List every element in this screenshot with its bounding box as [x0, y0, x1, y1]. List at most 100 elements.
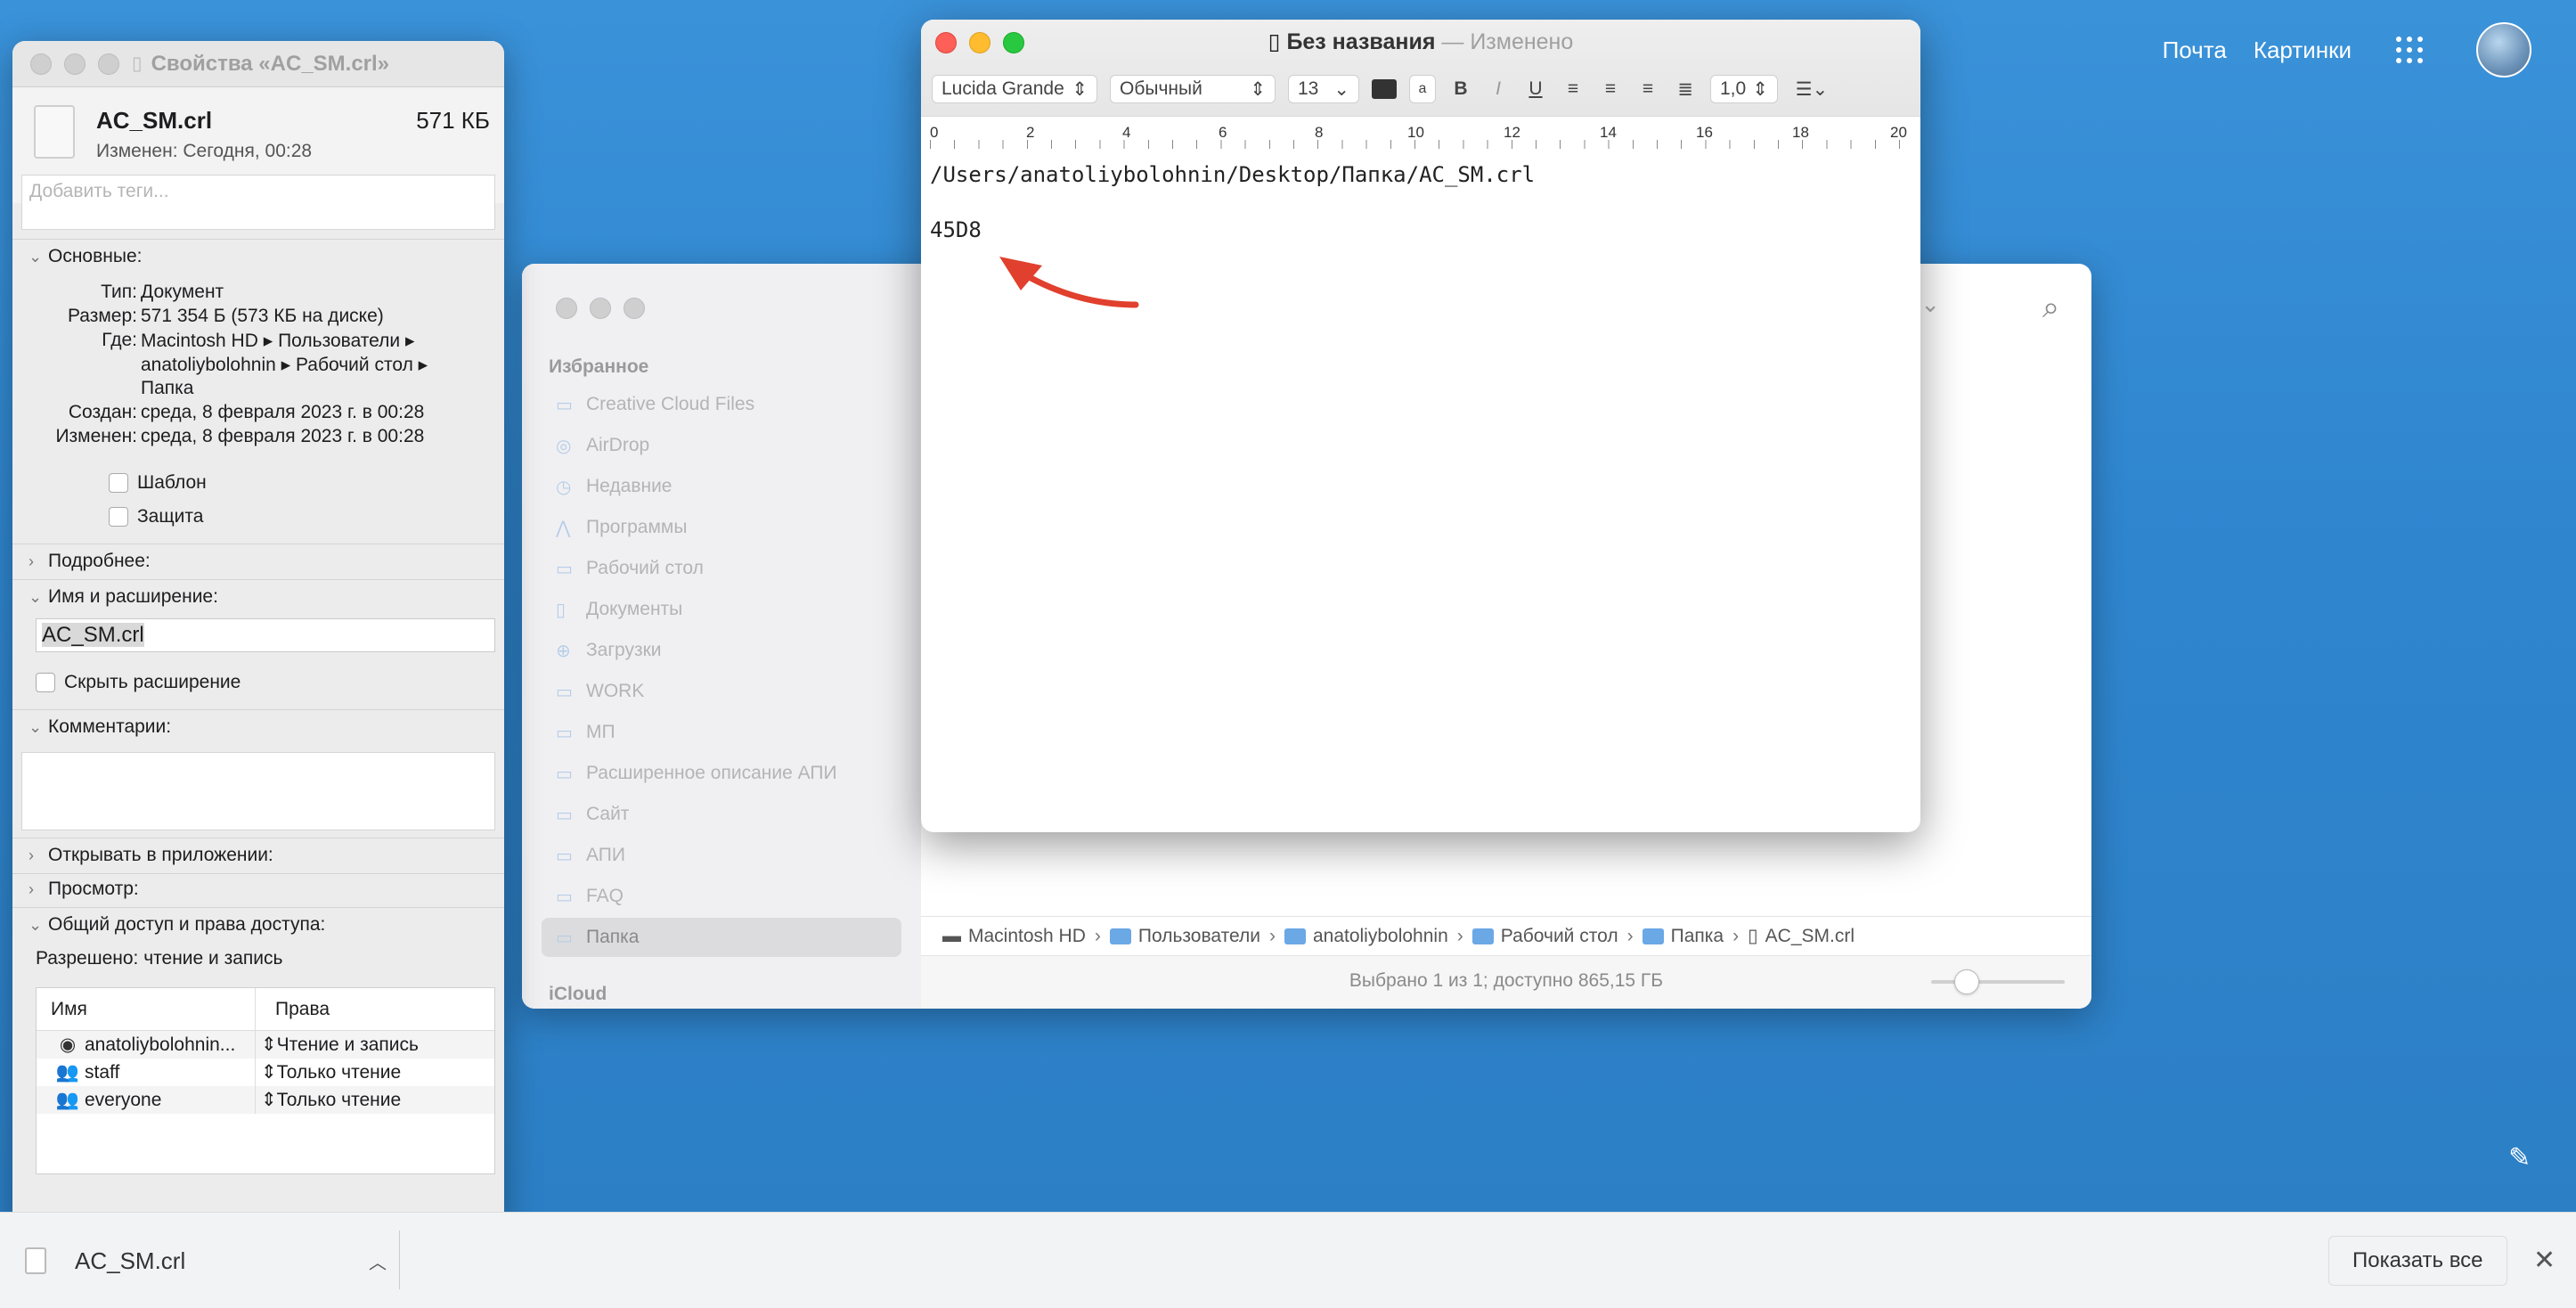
- close-button[interactable]: [556, 298, 577, 319]
- line-spacing-select[interactable]: 1,0 ⇕: [1710, 75, 1778, 103]
- window-title: ▯ Без названия — Изменено: [1268, 29, 1574, 54]
- column-header-privilege[interactable]: Права: [256, 999, 330, 1020]
- highlight-color-button[interactable]: a: [1409, 75, 1436, 103]
- path-item[interactable]: Папка: [1642, 926, 1724, 947]
- images-link[interactable]: Картинки: [2254, 37, 2352, 64]
- name-field[interactable]: AC_SM.crl: [36, 618, 495, 652]
- folder-icon: [1109, 928, 1131, 944]
- mail-link[interactable]: Почта: [2163, 37, 2227, 64]
- ruler[interactable]: 0 2 4 6 8 10 12 14 16 18 20: [921, 116, 1920, 149]
- apps-grid-icon[interactable]: [2396, 37, 2423, 63]
- zoom-button[interactable]: [98, 53, 119, 75]
- sidebar-item[interactable]: ▭ Рабочий стол: [542, 549, 901, 588]
- zoom-button[interactable]: [624, 298, 645, 319]
- section-header[interactable]: ⌄ Имя и расширение:: [12, 581, 504, 613]
- column-header-name[interactable]: Имя: [37, 988, 256, 1030]
- finder-sidebar: Избранное ▭ Creative Cloud Files ◎ AirDrop…: [522, 264, 921, 1009]
- bold-button[interactable]: B: [1448, 78, 1473, 100]
- text-color-swatch[interactable]: [1372, 79, 1397, 99]
- close-button[interactable]: [30, 53, 52, 75]
- close-icon[interactable]: ✕: [2533, 1245, 2556, 1276]
- chevron-up-icon[interactable]: ︿: [369, 1248, 387, 1274]
- document-body[interactable]: /Users/anatoliybolohnin/Desktop/Папка/AC…: [930, 162, 1535, 242]
- folder-icon: ▭: [556, 764, 573, 784]
- sidebar-item[interactable]: ▭ АПИ: [542, 836, 901, 875]
- hide-extension-checkbox[interactable]: Скрыть расширение: [36, 672, 240, 693]
- path-item[interactable]: anatoliybolohnin: [1284, 926, 1448, 947]
- path-separator: ›: [1094, 925, 1101, 946]
- align-center-icon[interactable]: ≡: [1598, 78, 1623, 100]
- stationery-checkbox[interactable]: Шаблон: [109, 472, 207, 494]
- tags-input[interactable]: Добавить теги...: [21, 175, 495, 230]
- table-row[interactable]: ◉ anatoliybolohnin... ⇕ Чтение и запись: [37, 1031, 494, 1059]
- document-icon: ▯: [556, 600, 567, 620]
- underline-button[interactable]: U: [1523, 78, 1548, 100]
- folder-icon: ▭: [556, 723, 573, 743]
- privilege-select[interactable]: ⇕ Чтение и запись: [256, 1034, 419, 1056]
- updown-icon: ⇕: [1752, 78, 1768, 100]
- minimize-button[interactable]: [590, 298, 611, 319]
- pencil-icon[interactable]: ✎: [2508, 1142, 2535, 1173]
- sidebar-item[interactable]: ◎ AirDrop: [542, 426, 901, 465]
- font-family-select[interactable]: Lucida Grande ⇕: [932, 75, 1097, 103]
- chevron-right-icon: ›: [29, 846, 34, 864]
- clock-icon: ◷: [556, 477, 572, 497]
- table-row[interactable]: 👥 staff ⇕ Только чтение: [37, 1059, 494, 1086]
- sidebar-item[interactable]: ▯ Документы: [542, 590, 901, 629]
- show-all-button[interactable]: Показать все: [2328, 1236, 2507, 1286]
- path-item[interactable]: Рабочий стол: [1471, 926, 1618, 947]
- section-header[interactable]: ⌄ Общий доступ и права доступа:: [12, 909, 504, 941]
- path-item[interactable]: ▯ AC_SM.crl: [1748, 925, 1855, 947]
- window-title: Свойства «AC_SM.crl»: [151, 51, 390, 76]
- textedit-window: ▯ Без названия — Изменено Lucida Grande ⇕…: [921, 20, 1920, 832]
- minimize-button[interactable]: [64, 53, 86, 75]
- sidebar-item[interactable]: ▭ FAQ: [542, 877, 901, 916]
- sidebar-item[interactable]: ▭ Папка: [542, 918, 901, 957]
- info-titlebar: ▯ Свойства «AC_SM.crl»: [12, 41, 504, 87]
- align-left-icon[interactable]: ≡: [1561, 78, 1586, 100]
- ruler-numbers: 0 2 4 6 8 10 12 14 16 18 20: [930, 124, 1907, 141]
- sidebar-item[interactable]: ⊕ Загрузки: [542, 631, 901, 670]
- list-icon[interactable]: ☰⌄: [1790, 78, 1833, 101]
- sidebar-item[interactable]: ▭ WORK: [542, 672, 901, 711]
- path-item[interactable]: Пользователи: [1109, 926, 1260, 947]
- path-item[interactable]: ▬ Macintosh HD: [942, 926, 1086, 947]
- sidebar-item[interactable]: ▭ Creative Cloud Files: [542, 385, 901, 424]
- section-header[interactable]: ⌄ Комментарии:: [12, 711, 504, 743]
- privilege-select[interactable]: ⇕ Только чтение: [256, 1089, 401, 1111]
- sidebar-item[interactable]: ▭ Расширенное описание АПИ: [542, 754, 901, 793]
- slider-knob[interactable]: [1954, 969, 1979, 994]
- file-modified: Изменен: Сегодня, 00:28: [96, 141, 313, 161]
- locked-checkbox[interactable]: Защита: [109, 506, 203, 527]
- avatar[interactable]: [2476, 22, 2531, 78]
- section-header[interactable]: › Просмотр:: [12, 873, 504, 905]
- section-header[interactable]: › Подробнее:: [12, 545, 504, 577]
- sidebar-item[interactable]: ▭ Сайт: [542, 795, 901, 834]
- chevron-down-icon[interactable]: ⌄: [1920, 290, 1940, 318]
- privilege-select[interactable]: ⇕ Только чтение: [256, 1061, 401, 1083]
- align-right-icon[interactable]: ≡: [1635, 78, 1660, 100]
- path-separator: ›: [1456, 925, 1463, 946]
- sidebar-item[interactable]: ◷ Недавние: [542, 467, 901, 506]
- download-item[interactable]: AC_SM.crl ︿: [25, 1234, 399, 1288]
- sidebar-item[interactable]: ▭ МП: [542, 713, 901, 752]
- section-header[interactable]: ⌄ Основные:: [12, 241, 504, 273]
- group-icon: 👥: [55, 1061, 80, 1083]
- sidebar-item[interactable]: ⋀ Программы: [542, 508, 901, 547]
- align-justify-icon[interactable]: ≣: [1673, 78, 1698, 101]
- comments-section: ⌄ Комментарии:: [12, 711, 504, 743]
- comments-field[interactable]: [21, 752, 495, 830]
- section-header[interactable]: › Открывать в приложении:: [12, 839, 504, 871]
- table-row[interactable]: 👥 everyone ⇕ Только чтение: [37, 1086, 494, 1114]
- chevron-down-icon: ⌄: [29, 717, 43, 736]
- search-icon[interactable]: ⌕: [2042, 290, 2059, 325]
- icon-size-slider[interactable]: [1931, 969, 2065, 994]
- top-nav: Почта Картинки: [2163, 22, 2531, 78]
- file-size: 571 КБ: [416, 107, 490, 134]
- italic-button[interactable]: I: [1486, 78, 1511, 100]
- desktop-icon: ▭: [556, 559, 573, 579]
- font-style-select[interactable]: Обычный ⇕: [1110, 75, 1276, 103]
- font-size-select[interactable]: 13 ⌄: [1288, 75, 1359, 103]
- file-icon: [34, 105, 75, 159]
- document-icon: ▯: [132, 53, 143, 74]
